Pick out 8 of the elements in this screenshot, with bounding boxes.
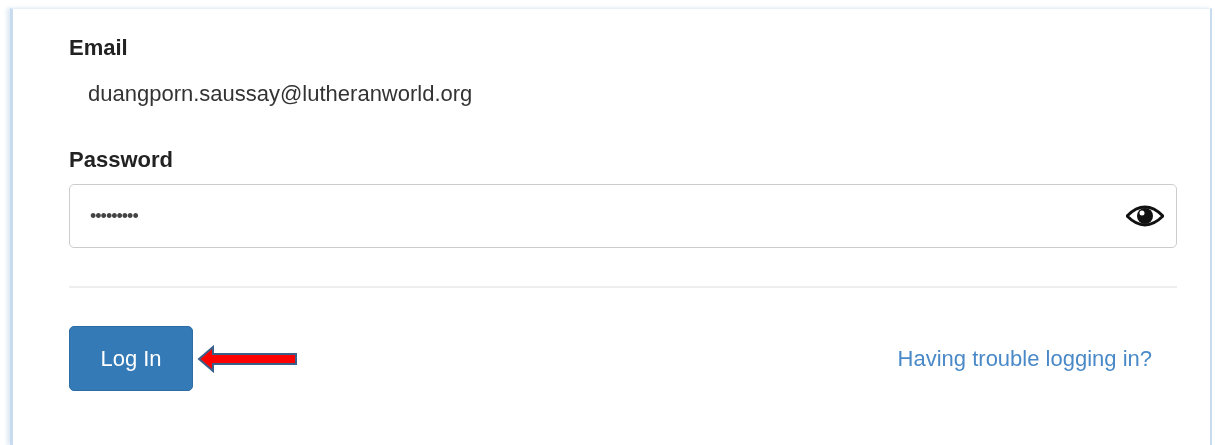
- eye-icon[interactable]: [1126, 204, 1164, 228]
- arrow-icon: [197, 344, 299, 373]
- email-value: duangporn.saussay@lutheranworld.org: [88, 81, 473, 107]
- help-link[interactable]: Having trouble logging in?: [897, 345, 1152, 372]
- email-label: Email: [69, 35, 128, 61]
- password-field[interactable]: •••••••••: [69, 184, 1177, 248]
- password-label: Password: [69, 147, 173, 173]
- login-button[interactable]: Log In: [69, 326, 193, 391]
